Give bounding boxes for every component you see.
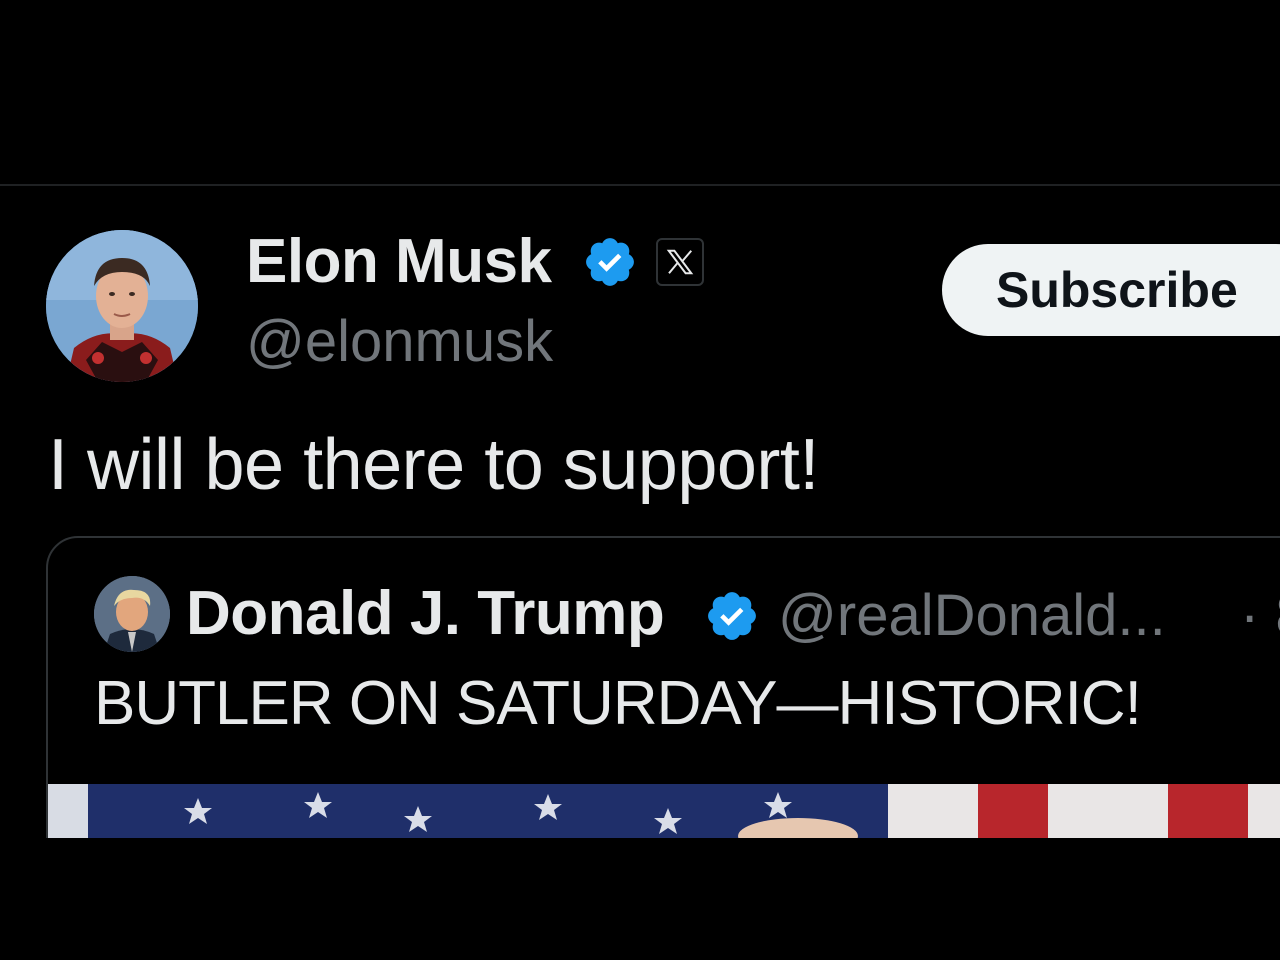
quoted-timestamp: · 8 [1240,583,1280,648]
quoted-display-name: Donald J. Trump [186,579,665,648]
quoted-text: BUTLER ON SATURDAY—HISTORIC! [94,669,1142,738]
author-display-name[interactable]: Elon Musk [246,226,552,297]
tweet-screen: Elon Musk @elonmusk Subscribe I will be … [0,0,1280,960]
timeline-divider [0,184,1280,186]
avatar[interactable] [46,230,198,382]
author-handle[interactable]: @elonmusk [246,308,553,375]
verified-badge-icon [586,238,634,286]
quoted-handle: @realDonald... [778,583,1166,648]
quoted-avatar[interactable] [94,576,170,652]
subscribe-button[interactable]: Subscribe [942,244,1280,336]
x-logo-icon [656,238,704,286]
tweet-text: I will be there to support! [48,425,819,505]
quoted-verified-badge-icon [708,592,756,640]
quoted-media-image[interactable] [48,784,1280,840]
bottom-fade [0,838,1280,960]
